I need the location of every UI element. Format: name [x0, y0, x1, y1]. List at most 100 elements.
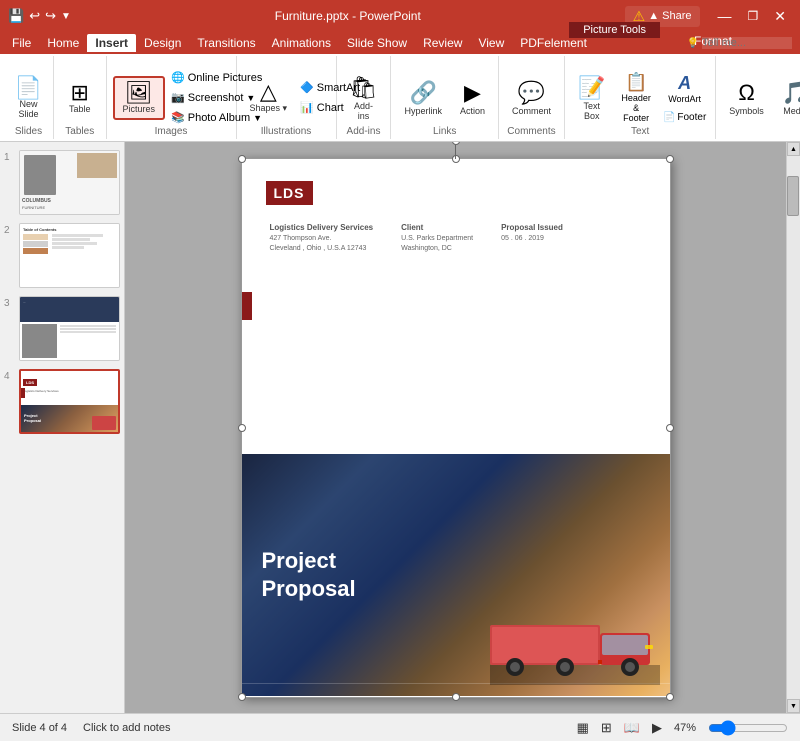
- info-col-2: Client U.S. Parks Department Washington,…: [401, 223, 473, 252]
- media-button[interactable]: 🎵 Media: [775, 75, 800, 121]
- undo-button[interactable]: ↩: [29, 8, 40, 24]
- comment-label: Comment: [512, 106, 551, 116]
- scrollbar-vertical: ▲ ▼: [786, 142, 800, 713]
- slide-preview-2: Table of Contents: [19, 223, 120, 288]
- view-normal-button[interactable]: ▦: [577, 720, 589, 736]
- ribbon-group-slides: 📄 New Slide Slides: [4, 56, 54, 139]
- menu-slideshow[interactable]: Slide Show: [339, 34, 415, 52]
- slide-num-3: 3: [4, 298, 16, 309]
- status-bar: Slide 4 of 4 Click to add notes ▦ ⊞ 📖 ▶ …: [0, 713, 800, 741]
- slide-num-1: 1: [4, 152, 16, 163]
- menu-review[interactable]: Review: [415, 34, 470, 52]
- comment-button[interactable]: 💬 Comment: [505, 75, 558, 121]
- table-button[interactable]: ⊞ Table: [62, 77, 98, 119]
- view-slideshow-button[interactable]: ▶: [652, 720, 662, 736]
- handle-bottom-right[interactable]: [666, 693, 674, 701]
- view-slide-sorter-button[interactable]: ⊞: [601, 720, 612, 736]
- scroll-down-button[interactable]: ▼: [787, 699, 800, 713]
- menu-file[interactable]: File: [4, 34, 39, 52]
- info-col1-line1: 427 Thompson Ave.: [270, 235, 374, 242]
- table-label: Table: [69, 104, 91, 114]
- footer-label: Footer: [677, 112, 706, 123]
- comment-icon: 💬: [518, 80, 545, 106]
- action-label: Action: [460, 106, 485, 116]
- tell-me-box[interactable]: 💡: [679, 35, 800, 51]
- addins-button[interactable]: 🛍 Add- ins: [343, 70, 385, 126]
- slide-num-2: 2: [4, 225, 16, 236]
- media-icon: 🎵: [782, 80, 800, 106]
- restore-button[interactable]: ❐: [742, 9, 765, 23]
- header-footer-button[interactable]: 📋 Header& Footer: [616, 69, 656, 126]
- comments-group-label: Comments: [507, 126, 555, 137]
- textbox-button[interactable]: 📝 Text Box: [571, 70, 612, 126]
- ribbon: 📄 New Slide Slides ⊞ Table Tables 🖼 Pict…: [0, 54, 800, 142]
- media-label: Media: [783, 106, 800, 116]
- slide-num-4: 4: [4, 371, 16, 382]
- slide-count: Slide 4 of 4: [12, 722, 67, 734]
- view-reading-button[interactable]: 📖: [624, 720, 640, 736]
- menu-transitions[interactable]: Transitions: [189, 34, 263, 52]
- handle-top-left[interactable]: [238, 155, 246, 163]
- save-button[interactable]: 💾: [8, 8, 24, 24]
- info-col-3: Proposal Issued 05 . 06 . 2019: [501, 223, 563, 252]
- pictures-label: Pictures: [123, 104, 156, 114]
- menu-insert[interactable]: Insert: [87, 34, 136, 52]
- handle-middle-left[interactable]: [238, 424, 246, 432]
- pictures-button[interactable]: 🖼 Pictures: [113, 76, 166, 120]
- handle-top-right[interactable]: [666, 155, 674, 163]
- menu-design[interactable]: Design: [136, 34, 189, 52]
- wordart-icon: A: [678, 73, 691, 94]
- slide-thumb-4[interactable]: 4 LDS Logistics Delivery Services Projec…: [4, 369, 120, 434]
- project-proposal-text: Project Proposal: [262, 547, 356, 604]
- menu-view[interactable]: View: [470, 34, 512, 52]
- textbox-icon: 📝: [578, 75, 605, 101]
- hyperlink-icon: 🔗: [410, 80, 437, 106]
- redo-button[interactable]: ↪: [45, 8, 56, 24]
- symbols-button[interactable]: Ω Symbols: [722, 75, 771, 121]
- scroll-up-button[interactable]: ▲: [787, 142, 800, 156]
- action-button[interactable]: ▶ Action: [453, 75, 492, 121]
- handle-bottom-center[interactable]: [452, 693, 460, 701]
- slide-preview-3: ...: [19, 296, 120, 361]
- new-slide-button[interactable]: 📄 New Slide: [8, 72, 49, 124]
- zoom-slider[interactable]: [708, 720, 788, 736]
- chart-icon: 📊: [300, 101, 314, 114]
- tell-me-input[interactable]: [702, 37, 792, 49]
- share-label: ▲ Share: [648, 10, 691, 22]
- customize-qa-button[interactable]: ▼: [61, 11, 71, 22]
- slides-panel: 1 COLUMBUS FURNITURE 2 Table of Contents: [0, 142, 125, 713]
- slide-preview-1: COLUMBUS FURNITURE: [19, 150, 120, 215]
- info-col-1: Logistics Delivery Services 427 Thompson…: [270, 223, 374, 252]
- menu-animations[interactable]: Animations: [264, 34, 339, 52]
- footer-button[interactable]: 📄 Footer: [660, 110, 709, 125]
- scroll-thumb-vertical[interactable]: [787, 176, 799, 216]
- slide-canvas[interactable]: LDS Logistics Delivery Services 427 Thom…: [241, 158, 671, 698]
- ribbon-group-images: 🖼 Pictures 🌐 Online Pictures 📷 Screensho…: [107, 56, 237, 139]
- slide-thumb-3[interactable]: 3 ...: [4, 296, 120, 361]
- textbox-label: Text Box: [583, 101, 600, 121]
- shapes-button[interactable]: △ Shapes ▾: [243, 76, 295, 119]
- notes-hint[interactable]: Click to add notes: [83, 722, 170, 734]
- info-col2-line2: Washington, DC: [401, 245, 473, 252]
- slide-thumb-1[interactable]: 1 COLUMBUS FURNITURE: [4, 150, 120, 215]
- editor-area: LDS Logistics Delivery Services 427 Thom…: [125, 142, 786, 713]
- close-button[interactable]: ✕: [768, 8, 792, 25]
- ribbon-group-addins: 🛍 Add- ins Add-ins: [337, 56, 392, 139]
- menu-home[interactable]: Home: [39, 34, 87, 52]
- main-area: 1 COLUMBUS FURNITURE 2 Table of Contents: [0, 142, 800, 713]
- table-icon: ⊞: [71, 82, 89, 104]
- screenshot-icon: 📷: [171, 91, 185, 104]
- smartart-icon: 🔷: [300, 81, 314, 94]
- minimize-button[interactable]: —: [712, 8, 738, 24]
- symbols-icon: Ω: [738, 80, 754, 106]
- handle-bottom-left[interactable]: [238, 693, 246, 701]
- hyperlink-button[interactable]: 🔗 Hyperlink: [397, 75, 449, 121]
- illustrations-group-label: Illustrations: [261, 126, 312, 137]
- info-col2-label: Client: [401, 223, 473, 232]
- slide-info-section: Logistics Delivery Services 427 Thompson…: [266, 223, 646, 252]
- slide-thumb-2[interactable]: 2 Table of Contents: [4, 223, 120, 288]
- wordart-button[interactable]: A WordArt: [660, 70, 709, 107]
- screenshot-label: Screenshot: [188, 92, 244, 104]
- handle-middle-right[interactable]: [666, 424, 674, 432]
- quick-access-toolbar: 💾 ↩ ↪ ▼: [8, 8, 71, 24]
